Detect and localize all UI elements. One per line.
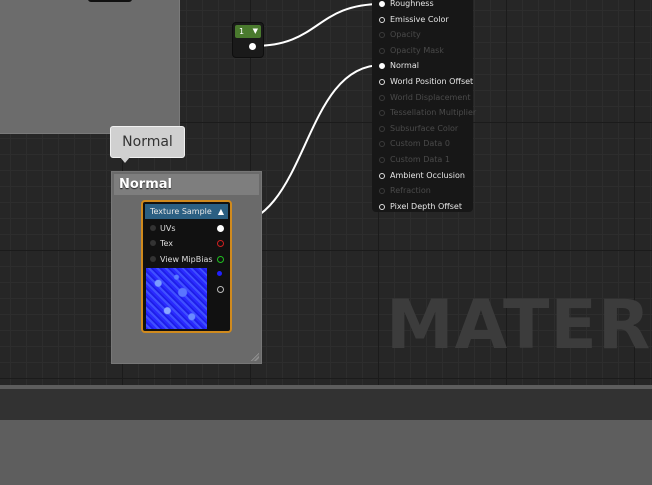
output-pin-a[interactable] bbox=[217, 286, 224, 293]
collapse-arrow-icon[interactable]: ▲ bbox=[213, 204, 224, 219]
input-pin-icon[interactable] bbox=[379, 188, 385, 195]
input-pin-icon[interactable] bbox=[379, 203, 385, 210]
material-input-tessellation-multiplier[interactable]: Tessellation Multiplier bbox=[379, 106, 476, 120]
material-input-opacity[interactable]: Opacity bbox=[379, 28, 421, 42]
comment-bubble[interactable]: Normal bbox=[110, 126, 185, 158]
input-pin-icon[interactable] bbox=[379, 110, 385, 117]
material-input-ambient-occlusion[interactable]: Ambient Occlusion bbox=[379, 169, 465, 183]
input-pin-icon[interactable] bbox=[379, 47, 385, 54]
material-input-label: Opacity bbox=[390, 30, 421, 40]
bottom-panel bbox=[0, 420, 652, 485]
material-input-label: Normal bbox=[390, 61, 419, 71]
input-pin-icon[interactable] bbox=[379, 94, 385, 101]
input-pin-icon[interactable] bbox=[379, 32, 385, 39]
material-input-emissive-color[interactable]: Emissive Color bbox=[379, 13, 449, 27]
material-watermark: MATERIA bbox=[386, 286, 652, 365]
material-input-subsurface-color[interactable]: Subsurface Color bbox=[379, 122, 458, 136]
texture-sample-title: Texture Sample bbox=[150, 207, 212, 216]
texture-sample-header[interactable]: Texture Sample ▲ bbox=[145, 204, 228, 219]
input-pin-icon[interactable] bbox=[379, 141, 385, 148]
material-input-label: Roughness bbox=[390, 0, 434, 8]
input-pin-view-mipbias[interactable]: View MipBias bbox=[150, 253, 213, 267]
texture-preview-thumbnail bbox=[146, 268, 207, 329]
input-pin-icon[interactable] bbox=[379, 79, 385, 85]
constant-value: 1 bbox=[239, 27, 245, 36]
material-input-label: Opacity Mask bbox=[390, 45, 444, 55]
comment-bubble-tail bbox=[120, 157, 130, 163]
input-pin-icon[interactable] bbox=[379, 1, 385, 7]
constant-node-header[interactable]: 1 ▼ bbox=[235, 25, 261, 38]
constant-output-pin[interactable] bbox=[249, 43, 256, 50]
material-input-label: World Position Offset bbox=[390, 77, 474, 86]
material-input-label: Pixel Depth Offset bbox=[390, 201, 462, 211]
material-input-roughness[interactable]: Roughness bbox=[379, 0, 434, 11]
output-pin-g[interactable] bbox=[217, 256, 224, 263]
material-input-label: World Displacement bbox=[390, 92, 471, 102]
material-input-label: Emissive Color bbox=[390, 14, 449, 24]
material-input-normal[interactable]: Normal bbox=[379, 59, 419, 73]
output-pin-b[interactable] bbox=[217, 271, 222, 276]
material-result-node[interactable]: Roughness Emissive Color Opacity Opacity Ma… bbox=[372, 0, 476, 214]
input-pin-tex[interactable]: Tex bbox=[150, 237, 173, 251]
resize-grip-icon[interactable] bbox=[251, 353, 259, 361]
material-input-label: Refraction bbox=[390, 186, 431, 196]
input-pin-icon[interactable] bbox=[150, 225, 156, 231]
material-input-custom-data-0[interactable]: Custom Data 0 bbox=[379, 137, 450, 151]
input-pin-icon[interactable] bbox=[379, 63, 385, 70]
material-input-label: Custom Data 1 bbox=[390, 155, 450, 164]
material-input-label: Ambient Occlusion bbox=[390, 170, 465, 180]
material-input-label: Subsurface Color bbox=[390, 123, 459, 133]
material-input-world-displacement[interactable]: World Displacement bbox=[379, 91, 470, 105]
material-input-pixel-depth-offset[interactable]: Pixel Depth Offset bbox=[379, 200, 462, 214]
material-input-refraction[interactable]: Refraction bbox=[379, 184, 431, 198]
material-input-custom-data-1[interactable]: Custom Data 1 bbox=[379, 153, 450, 167]
output-pin-r[interactable] bbox=[217, 240, 224, 247]
bottom-panel-header bbox=[0, 389, 652, 420]
input-pin-icon[interactable] bbox=[150, 256, 156, 262]
input-pin-uvs[interactable]: UVs bbox=[150, 222, 176, 236]
material-input-world-position-offset[interactable]: World Position Offset bbox=[379, 75, 473, 89]
constant-node[interactable]: 1 ▼ bbox=[232, 22, 264, 58]
material-graph-canvas[interactable]: 1 ▼ Roughness Emissive Color Opacity Opacit… bbox=[0, 0, 652, 385]
input-pin-icon[interactable] bbox=[379, 157, 385, 163]
wire-constant-to-roughness bbox=[253, 3, 383, 47]
output-pin-rgb[interactable] bbox=[217, 225, 224, 232]
collapse-arrow-icon[interactable]: ▼ bbox=[249, 25, 258, 38]
material-input-label: Tessellation Multiplier bbox=[390, 108, 477, 118]
input-pin-icon[interactable] bbox=[379, 16, 385, 23]
input-pin-icon[interactable] bbox=[150, 240, 156, 246]
texture-sample-node[interactable]: Texture Sample ▲ UVs Tex View MipBias bbox=[141, 200, 232, 333]
material-input-label: Custom Data 0 bbox=[390, 139, 450, 149]
material-input-opacity-mask[interactable]: Opacity Mask bbox=[379, 44, 444, 58]
input-pin-icon[interactable] bbox=[379, 125, 385, 132]
comment-title[interactable]: Normal bbox=[114, 174, 259, 195]
input-pin-icon[interactable] bbox=[379, 172, 385, 179]
